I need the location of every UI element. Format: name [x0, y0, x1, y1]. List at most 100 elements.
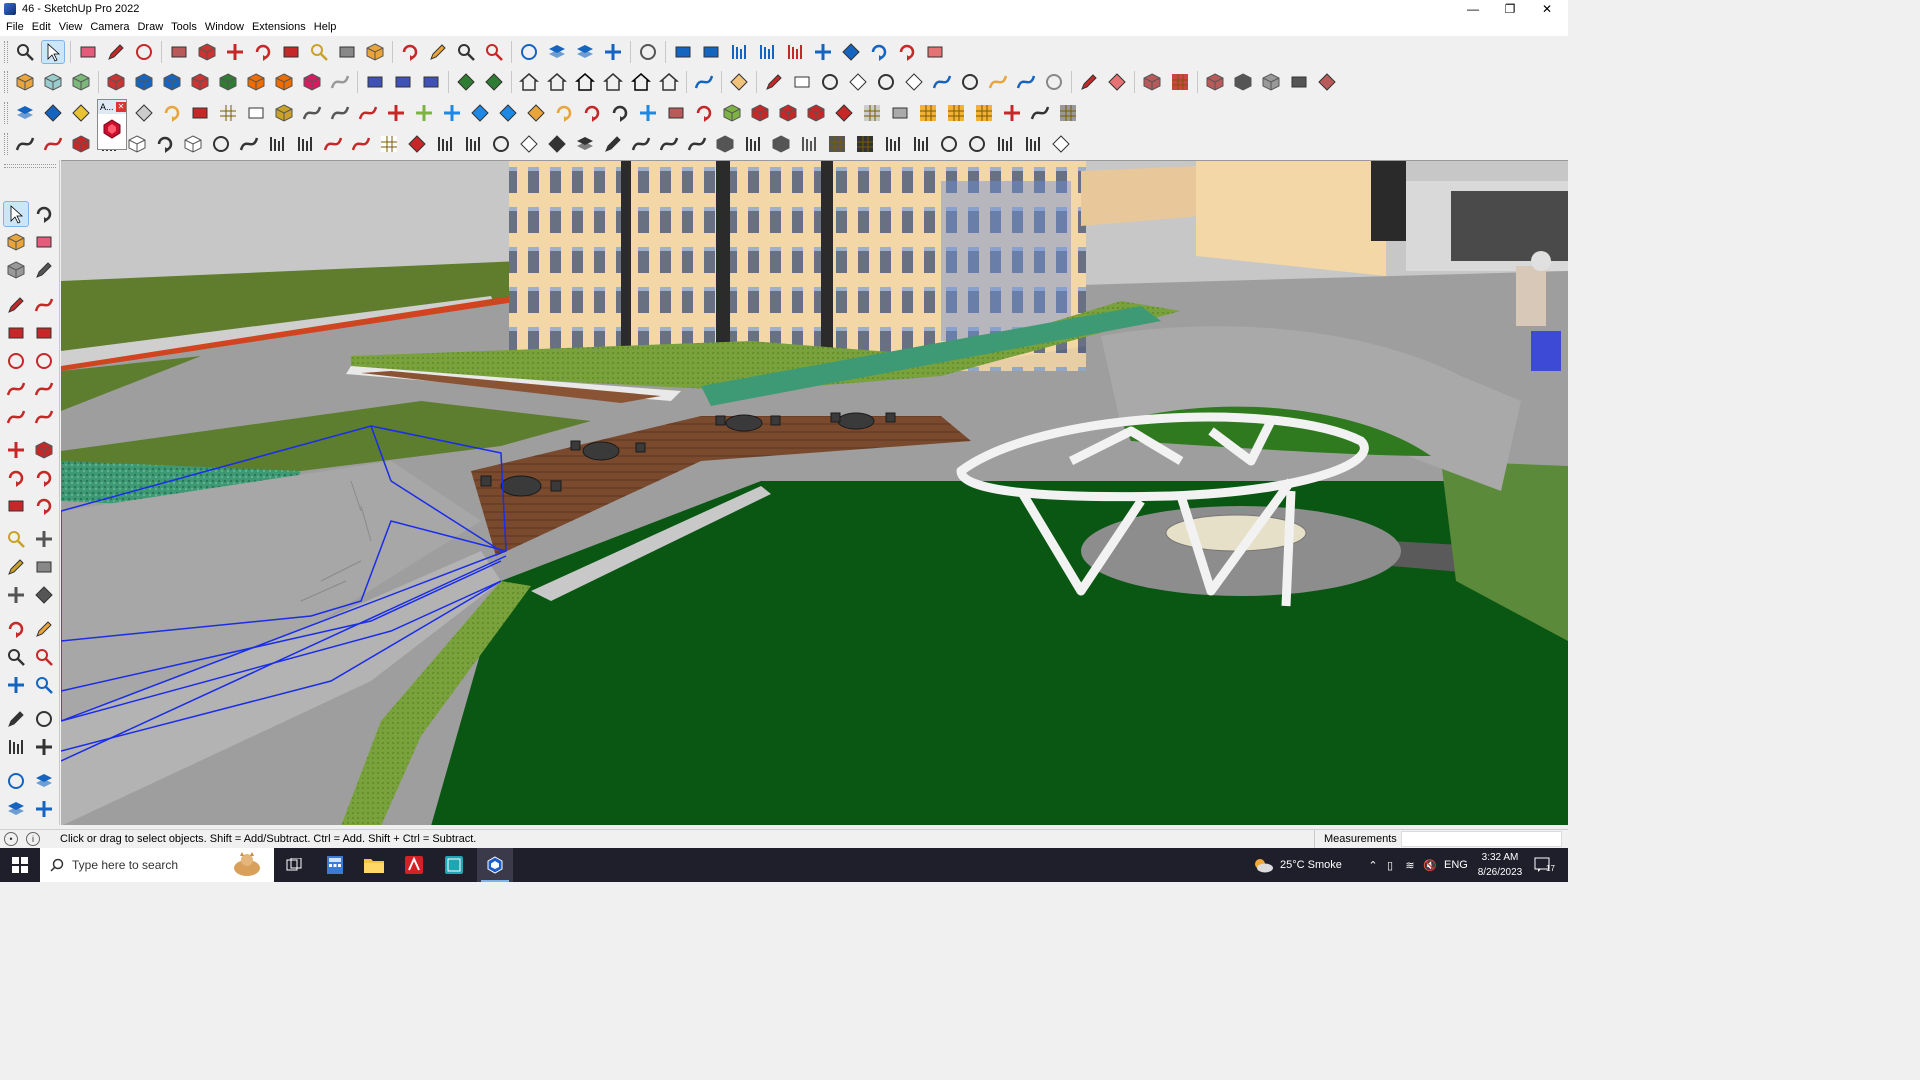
fold-6-icon[interactable]	[658, 133, 680, 155]
extension-tool-icon[interactable]	[32, 769, 56, 793]
loop-icon[interactable]	[553, 102, 575, 124]
loft-5-icon[interactable]	[378, 133, 400, 155]
top-view-icon[interactable]	[546, 71, 568, 93]
sandbox-8-icon[interactable]	[924, 41, 946, 63]
solid-8-icon[interactable]	[301, 71, 323, 93]
pan-icon[interactable]	[427, 41, 449, 63]
pan-tool-icon[interactable]	[32, 617, 56, 641]
fold-9-icon[interactable]	[742, 133, 764, 155]
arc-tool-icon[interactable]	[4, 377, 28, 401]
layer-3-icon[interactable]	[70, 102, 92, 124]
loft-3-icon[interactable]	[322, 133, 344, 155]
task-view-button[interactable]	[278, 848, 310, 882]
fold-19-icon[interactable]	[1022, 133, 1044, 155]
fold-11-icon[interactable]	[798, 133, 820, 155]
line-tool-icon[interactable]	[4, 293, 28, 317]
three-point-arc-icon[interactable]	[4, 405, 28, 429]
fold-8-icon[interactable]	[714, 133, 736, 155]
redo-icon[interactable]	[896, 41, 918, 63]
fold-16-icon[interactable]	[938, 133, 960, 155]
bezier-icon[interactable]	[1078, 71, 1100, 93]
pattern-2-icon[interactable]	[945, 102, 967, 124]
device-icon[interactable]: ▯	[1380, 859, 1400, 872]
return-icon[interactable]	[693, 102, 715, 124]
menu-extensions[interactable]: Extensions	[250, 21, 312, 33]
orbit-icon[interactable]	[399, 41, 421, 63]
3d-text-tool-icon[interactable]	[32, 583, 56, 607]
bin-icon[interactable]	[665, 102, 687, 124]
table-icon[interactable]	[217, 102, 239, 124]
loft-1-icon[interactable]	[266, 133, 288, 155]
menu-help[interactable]: Help	[312, 21, 343, 33]
extension-warehouse-icon[interactable]	[602, 41, 624, 63]
rotated-rect-icon[interactable]	[32, 321, 56, 345]
menu-draw[interactable]: Draw	[135, 21, 169, 33]
curve-pts-icon[interactable]	[42, 133, 64, 155]
explode-icon[interactable]	[749, 102, 771, 124]
material-4-icon[interactable]	[1232, 71, 1254, 93]
text-icon[interactable]	[336, 41, 358, 63]
paint-tool-icon[interactable]	[4, 230, 28, 254]
move-icon[interactable]	[224, 41, 246, 63]
toolbar-4-grip[interactable]	[4, 132, 8, 155]
left-view-icon[interactable]	[658, 71, 680, 93]
zoom-icon[interactable]	[455, 41, 477, 63]
pattern-3-icon[interactable]	[973, 102, 995, 124]
fold-20-icon[interactable]	[1050, 133, 1072, 155]
taskbar-search[interactable]: Type here to search	[40, 848, 274, 882]
cone-icon[interactable]	[469, 102, 491, 124]
measurements-field[interactable]	[1401, 831, 1562, 847]
sandbox-4-icon[interactable]	[756, 41, 778, 63]
push-pull-icon[interactable]	[196, 41, 218, 63]
geolocation-icon[interactable]: •	[4, 832, 18, 846]
fold-1-icon[interactable]	[518, 133, 540, 155]
fold-7-icon[interactable]	[686, 133, 708, 155]
intersect-icon[interactable]	[133, 71, 155, 93]
select-icon[interactable]	[41, 39, 65, 64]
info-icon[interactable]: i	[26, 832, 40, 846]
material-1-icon[interactable]	[1141, 71, 1163, 93]
layout-tool-icon[interactable]	[32, 797, 56, 821]
taskbar-file-explorer[interactable]	[357, 848, 391, 882]
loft-6-icon[interactable]	[406, 133, 428, 155]
section-fill-icon[interactable]	[392, 71, 414, 93]
scale-icon[interactable]	[280, 41, 302, 63]
fold-18-icon[interactable]	[994, 133, 1016, 155]
fold-12-icon[interactable]	[826, 133, 848, 155]
spin-icon[interactable]	[581, 102, 603, 124]
follow-me-icon[interactable]	[14, 133, 36, 155]
previous-view-icon[interactable]	[32, 673, 56, 697]
layers-icon[interactable]	[574, 41, 596, 63]
subtract-icon[interactable]	[189, 71, 211, 93]
menu-view[interactable]: View	[57, 21, 89, 33]
section-plane-icon[interactable]	[364, 71, 386, 93]
fold-10-icon[interactable]	[770, 133, 792, 155]
back-view-icon[interactable]	[630, 71, 652, 93]
menu-camera[interactable]: Camera	[88, 21, 135, 33]
look-around-icon[interactable]	[32, 707, 56, 731]
volume-icon[interactable]: 🔇	[1420, 859, 1440, 872]
eraser-tool-icon[interactable]	[32, 230, 56, 254]
notification-center-button[interactable]: 17	[1534, 848, 1555, 882]
iso-view-icon[interactable]	[518, 71, 540, 93]
scale-tool-icon[interactable]	[4, 494, 28, 518]
close-button[interactable]: ✕	[1529, 0, 1565, 18]
pushpull-tool-icon[interactable]	[32, 438, 56, 462]
warehouse-tool-icon[interactable]	[4, 769, 28, 793]
fold-14-icon[interactable]	[882, 133, 904, 155]
fold-15-icon[interactable]	[910, 133, 932, 155]
group-icon[interactable]	[42, 71, 64, 93]
shape-4-icon[interactable]	[875, 71, 897, 93]
twist-icon[interactable]	[154, 133, 176, 155]
floating-toolbar-close-icon[interactable]: ✕	[116, 102, 126, 112]
sandbox-6-icon[interactable]	[812, 41, 834, 63]
bars-2-icon[interactable]	[462, 133, 484, 155]
spline-icon[interactable]	[1106, 71, 1128, 93]
zoom-extents-tool-icon[interactable]	[4, 673, 28, 697]
sandbox-1-icon[interactable]	[672, 41, 694, 63]
material-6-icon[interactable]	[1288, 71, 1310, 93]
grid-icon[interactable]	[1057, 102, 1079, 124]
tape-measure-icon[interactable]	[308, 41, 330, 63]
bars-1-icon[interactable]	[434, 133, 456, 155]
add-icon[interactable]	[385, 102, 407, 124]
